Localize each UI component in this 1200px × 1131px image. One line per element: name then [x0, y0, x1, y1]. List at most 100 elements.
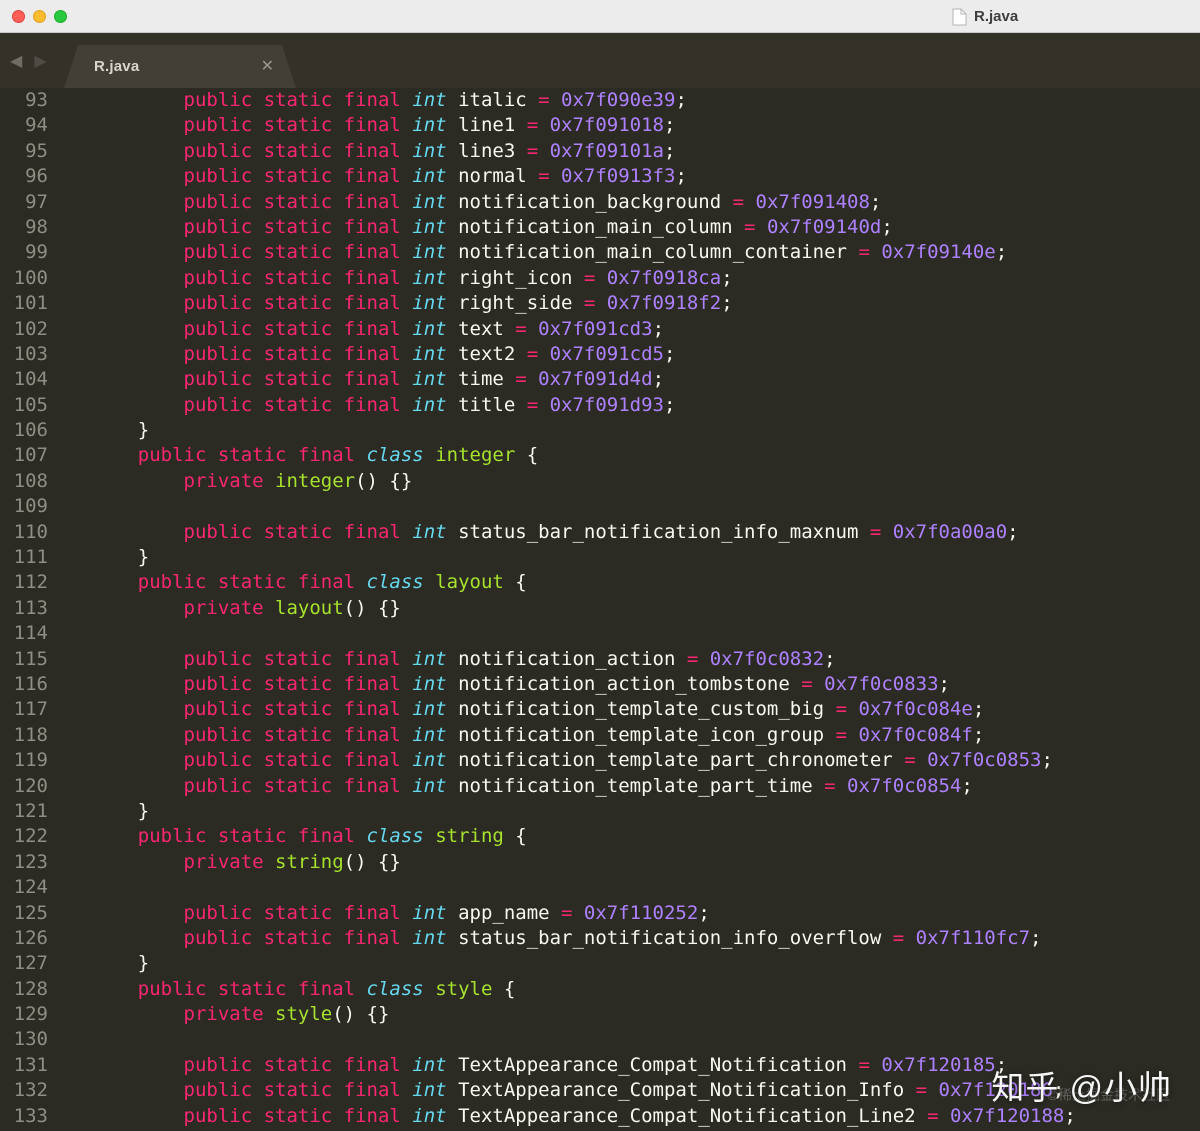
- code-token: int: [412, 292, 447, 315]
- line-number: 116: [13, 672, 48, 695]
- code-token: right_side: [446, 292, 584, 315]
- code-token: int: [412, 342, 447, 365]
- code-line[interactable]: 124: [0, 875, 1200, 900]
- code-line[interactable]: 107 public static final class integer {: [0, 443, 1200, 468]
- code-line[interactable]: 117 public static final int notification…: [0, 697, 1200, 722]
- code-token: int: [412, 266, 447, 289]
- code-line[interactable]: 104 public static final int time = 0x7f0…: [0, 367, 1200, 392]
- code-line-content: public static final int right_side = 0x7…: [92, 291, 733, 316]
- code-token: ;: [938, 672, 950, 695]
- document-icon: [952, 8, 967, 26]
- code-line[interactable]: 114: [0, 621, 1200, 646]
- code-token: ;: [869, 190, 882, 213]
- code-line[interactable]: 101 public static final int right_side =…: [0, 291, 1200, 316]
- forward-button[interactable]: ▶: [34, 51, 46, 71]
- code-line[interactable]: 125 public static final int app_name = 0…: [0, 901, 1200, 926]
- code-line[interactable]: 121 }: [0, 799, 1200, 824]
- code-line[interactable]: 98 public static final int notification_…: [0, 215, 1200, 240]
- code-token: public static final: [92, 266, 413, 289]
- code-line[interactable]: 111 }: [0, 545, 1200, 570]
- line-number: 111: [13, 546, 48, 569]
- code-line[interactable]: 123 private string() {}: [0, 850, 1200, 875]
- code-line[interactable]: 100 public static final int right_icon =…: [0, 266, 1200, 291]
- code-line[interactable]: 116 public static final int notification…: [0, 672, 1200, 697]
- code-line[interactable]: 126 public static final int status_bar_n…: [0, 926, 1200, 951]
- code-token: int: [412, 749, 447, 772]
- close-window-button[interactable]: [12, 10, 25, 23]
- code-token: }: [92, 546, 150, 569]
- code-token: status_bar_notification_info_maxnum: [446, 520, 870, 543]
- code-token: int: [412, 241, 447, 264]
- titlebar: R.java: [0, 0, 1200, 33]
- code-token: public static final: [92, 926, 413, 949]
- back-button[interactable]: ◀: [10, 51, 22, 71]
- code-token: right_icon: [446, 266, 584, 289]
- code-line[interactable]: 128 public static final class style {: [0, 977, 1200, 1002]
- code-line[interactable]: 129 private style() {}: [0, 1002, 1200, 1027]
- code-token: private: [92, 596, 276, 619]
- code-token: layout: [275, 596, 344, 619]
- code-token: =: [526, 342, 539, 365]
- code-token: public static final: [92, 1079, 413, 1102]
- code-line[interactable]: 96 public static final int normal = 0x7f…: [0, 164, 1200, 189]
- tab-rjava[interactable]: R.java ✕: [64, 45, 296, 88]
- code-token: ;: [1041, 749, 1053, 772]
- code-line[interactable]: 118 public static final int notification…: [0, 723, 1200, 748]
- code-line[interactable]: 133 public static final int TextAppearan…: [0, 1104, 1200, 1129]
- code-line[interactable]: 94 public static final int line1 = 0x7f0…: [0, 113, 1200, 138]
- code-token: int: [412, 393, 447, 416]
- line-number: 133: [13, 1104, 48, 1127]
- code-token: =: [801, 672, 813, 695]
- code-line-content: }: [92, 799, 149, 824]
- code-line-content: public static final int line1 = 0x7f0910…: [92, 113, 676, 138]
- code-line[interactable]: 102 public static final int text = 0x7f0…: [0, 317, 1200, 342]
- code-line-content: public static final int notification_bac…: [92, 190, 882, 215]
- code-token: notification_template_part_time: [446, 774, 825, 797]
- tab-close-icon[interactable]: ✕: [261, 59, 274, 75]
- code-line[interactable]: 119 public static final int notification…: [0, 748, 1200, 773]
- code-editor[interactable]: 93 public static final int italic = 0x7f…: [0, 88, 1200, 1131]
- code-token: ;: [995, 1053, 1008, 1076]
- code-token: style: [435, 977, 493, 1000]
- code-line[interactable]: 122 public static final class string {: [0, 824, 1200, 849]
- code-line[interactable]: 112 public static final class layout {: [0, 570, 1200, 595]
- code-token: ;: [1030, 926, 1042, 949]
- code-token: () {}: [332, 1003, 390, 1026]
- line-number: 103: [13, 342, 48, 365]
- code-line[interactable]: 131 public static final int TextAppearan…: [0, 1053, 1200, 1078]
- code-token: ;: [675, 165, 687, 188]
- code-token: 0x7f110252: [572, 901, 699, 924]
- code-token: ;: [1064, 1104, 1076, 1127]
- code-line-content: public static final int status_bar_notif…: [92, 926, 1042, 951]
- code-token: app_name: [446, 901, 562, 924]
- code-line[interactable]: 113 private layout() {}: [0, 596, 1200, 621]
- minimize-window-button[interactable]: [33, 10, 46, 23]
- line-number: 127: [13, 952, 48, 975]
- code-line-content: public static final class string {: [92, 824, 527, 849]
- line-number: 107: [13, 444, 48, 467]
- line-number: 117: [13, 698, 48, 721]
- code-line[interactable]: 105 public static final int title = 0x7f…: [0, 393, 1200, 418]
- code-line[interactable]: 115 public static final int notification…: [0, 647, 1200, 672]
- code-line[interactable]: 127 }: [0, 951, 1200, 976]
- zoom-window-button[interactable]: [54, 10, 67, 23]
- code-line[interactable]: 110 public static final int status_bar_n…: [0, 520, 1200, 545]
- code-token: =: [892, 926, 905, 949]
- code-token: 0x7f0918f2: [595, 292, 722, 315]
- code-line[interactable]: 108 private integer() {}: [0, 469, 1200, 494]
- code-line[interactable]: 93 public static final int italic = 0x7f…: [0, 88, 1200, 113]
- line-number: 104: [13, 368, 48, 391]
- code-line[interactable]: 109: [0, 494, 1200, 519]
- code-line[interactable]: 97 public static final int notification_…: [0, 190, 1200, 215]
- code-line[interactable]: 103 public static final int text2 = 0x7f…: [0, 342, 1200, 367]
- code-area[interactable]: 93 public static final int italic = 0x7f…: [0, 88, 1200, 1129]
- code-line[interactable]: 120 public static final int notification…: [0, 774, 1200, 799]
- code-line[interactable]: 106 }: [0, 418, 1200, 443]
- code-token: 0x7f091408: [744, 190, 870, 213]
- line-number: 99: [25, 241, 48, 264]
- code-line[interactable]: 95 public static final int line3 = 0x7f0…: [0, 139, 1200, 164]
- code-line[interactable]: 130: [0, 1027, 1200, 1052]
- code-line[interactable]: 99 public static final int notification_…: [0, 240, 1200, 265]
- code-token: int: [412, 901, 447, 924]
- code-line[interactable]: 132 public static final int TextAppearan…: [0, 1078, 1200, 1103]
